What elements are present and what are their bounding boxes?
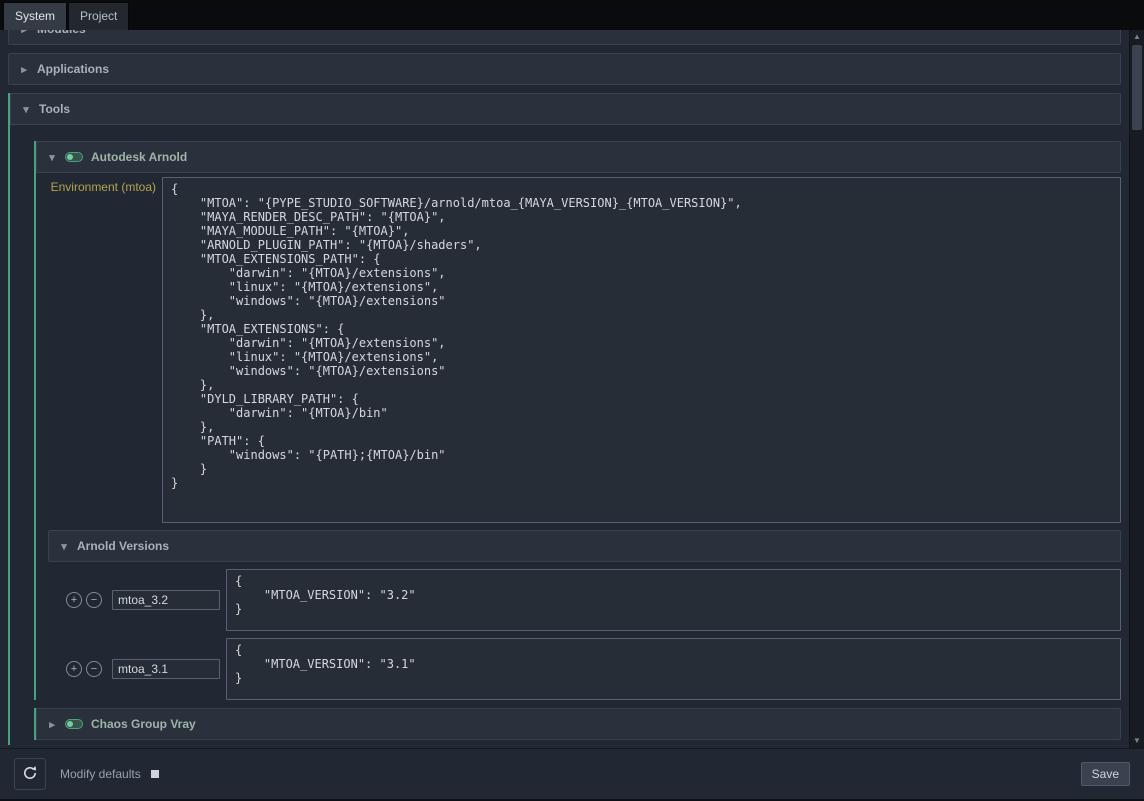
environment-row: Environment (mtoa) { "MTOA": "{PYPE_STUD… xyxy=(36,177,1121,523)
save-button[interactable]: Save xyxy=(1081,762,1130,786)
version-row: + − { "MTOA_VERSION": "3.2" } xyxy=(48,569,1121,631)
section-title-chaos-group-vray: Chaos Group Vray xyxy=(91,717,196,731)
section-title-applications: Applications xyxy=(37,62,109,76)
section-header-chaos-group-vray[interactable]: ▸ Chaos Group Vray xyxy=(36,708,1121,740)
section-header-modules[interactable]: ▸ Modules xyxy=(8,30,1121,45)
scrollbar-thumb[interactable] xyxy=(1132,45,1142,130)
modify-defaults-label: Modify defaults xyxy=(60,767,141,781)
section-header-autodesk-arnold[interactable]: ▾ Autodesk Arnold xyxy=(36,141,1121,173)
section-header-applications[interactable]: ▸ Applications xyxy=(8,53,1121,85)
vray-enabled-toggle[interactable] xyxy=(65,719,83,729)
refresh-button[interactable] xyxy=(14,758,46,790)
version-key-input[interactable] xyxy=(112,590,220,610)
chevron-down-icon: ▾ xyxy=(47,151,57,164)
remove-version-button[interactable]: − xyxy=(86,592,102,608)
refresh-icon xyxy=(22,765,38,784)
chevron-down-icon: ▾ xyxy=(59,540,69,553)
section-arnold-versions: ▾ Arnold Versions + − { "MTOA xyxy=(36,530,1121,700)
environment-mtoa-label: Environment (mtoa) xyxy=(36,177,162,194)
version-key-input[interactable] xyxy=(112,659,220,679)
settings-scroll-area: ▸ Modules ▸ Applications ▾ Tools ▾ xyxy=(0,30,1129,748)
vertical-scrollbar[interactable]: ▲ ▼ xyxy=(1129,30,1144,748)
settings-content: ▸ Modules ▸ Applications ▾ Tools ▾ xyxy=(0,30,1144,748)
scroll-up-arrow-icon[interactable]: ▲ xyxy=(1130,30,1144,44)
chevron-right-icon: ▸ xyxy=(19,30,29,36)
toggle-knob-icon xyxy=(67,721,73,727)
section-applications: ▸ Applications xyxy=(8,53,1121,85)
remove-version-button[interactable]: − xyxy=(86,661,102,677)
chevron-right-icon: ▸ xyxy=(47,718,57,731)
section-title-arnold-versions: Arnold Versions xyxy=(77,539,169,553)
add-version-button[interactable]: + xyxy=(66,661,82,677)
section-header-tools[interactable]: ▾ Tools xyxy=(10,93,1121,125)
arnold-body: Environment (mtoa) { "MTOA": "{PYPE_STUD… xyxy=(36,177,1121,700)
version-value-editor[interactable]: { "MTOA_VERSION": "3.1" } xyxy=(226,638,1121,700)
section-autodesk-arnold: ▾ Autodesk Arnold Environment (mtoa) { "… xyxy=(34,141,1121,700)
tools-body: ▾ Autodesk Arnold Environment (mtoa) { "… xyxy=(10,125,1121,745)
add-version-button[interactable]: + xyxy=(66,592,82,608)
section-tools: ▾ Tools ▾ Autodesk Arnold Environment (m… xyxy=(8,93,1121,745)
version-row-controls: + − xyxy=(48,659,220,679)
footer-bar: Modify defaults Save xyxy=(0,748,1144,799)
section-header-arnold-versions[interactable]: ▾ Arnold Versions xyxy=(48,530,1121,562)
chevron-right-icon: ▸ xyxy=(19,63,29,76)
modify-defaults-checkbox[interactable] xyxy=(151,770,159,778)
toggle-knob-icon xyxy=(67,154,73,160)
section-title-modules: Modules xyxy=(37,30,86,36)
section-title-tools: Tools xyxy=(39,102,70,116)
section-modules: ▸ Modules xyxy=(8,30,1121,45)
tab-project[interactable]: Project xyxy=(68,2,129,30)
version-row: + − { "MTOA_VERSION": "3.1" } xyxy=(48,638,1121,700)
arnold-enabled-toggle[interactable] xyxy=(65,152,83,162)
version-row-controls: + − xyxy=(48,590,220,610)
section-title-autodesk-arnold: Autodesk Arnold xyxy=(91,150,187,164)
chevron-down-icon: ▾ xyxy=(21,103,31,116)
version-value-editor[interactable]: { "MTOA_VERSION": "3.2" } xyxy=(226,569,1121,631)
environment-mtoa-editor[interactable]: { "MTOA": "{PYPE_STUDIO_SOFTWARE}/arnold… xyxy=(162,177,1121,523)
section-chaos-group-vray: ▸ Chaos Group Vray xyxy=(34,708,1121,740)
tab-system[interactable]: System xyxy=(3,2,67,30)
scroll-down-arrow-icon[interactable]: ▼ xyxy=(1130,734,1144,748)
window-tab-bar: System Project xyxy=(0,0,1144,30)
